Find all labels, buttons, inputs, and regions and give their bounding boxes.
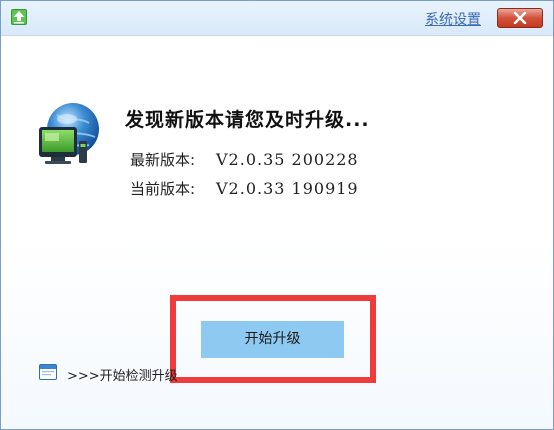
close-button[interactable] [497, 8, 543, 28]
close-icon [513, 12, 527, 24]
title-bar: 系统设置 [1, 1, 553, 36]
start-check-upgrade-link[interactable]: >>>开始检测升级 [67, 365, 178, 384]
current-version-row: 当前版本: V2.0.33 190919 [130, 178, 359, 199]
system-settings-link[interactable]: 系统设置 [425, 9, 481, 29]
latest-version-label: 最新版本: [130, 151, 196, 169]
latest-version-value: V2.0.35 200228 [216, 150, 359, 169]
update-headline: 发现新版本请您及时升级... [125, 109, 370, 131]
latest-version-row: 最新版本: V2.0.35 200228 [130, 149, 359, 170]
current-version-value: V2.0.33 190919 [216, 179, 359, 198]
red-highlight-box [170, 295, 376, 383]
upload-icon [11, 9, 27, 25]
updater-window: 系统设置 发现新版本请您及时升级... 最新版本: V2.0.35 200228… [0, 0, 554, 430]
globe-monitor-icon [39, 103, 99, 164]
window-icon [39, 364, 57, 380]
current-version-label: 当前版本: [130, 180, 196, 198]
